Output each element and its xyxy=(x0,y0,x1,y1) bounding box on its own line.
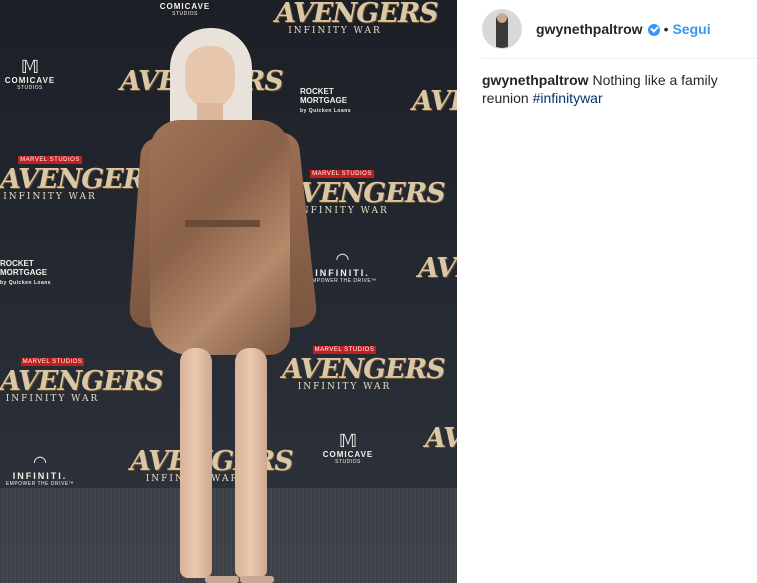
backdrop-logo: 𝕄 COMICAVE STUDIOS xyxy=(4,57,56,91)
backdrop-logo: INFINITY WAR xyxy=(0,0,92,3)
person-figure xyxy=(128,28,319,583)
avatar[interactable] xyxy=(482,9,522,49)
backdrop-logo: COMICAVE STUDIOS xyxy=(159,2,211,17)
post-header: gwynethpaltrow • Segui xyxy=(482,0,757,59)
post-photo[interactable]: INFINITY WAR COMICAVE STUDIOS AVENGERS I… xyxy=(0,0,457,583)
hashtag-link[interactable]: #infinitywar xyxy=(533,90,603,106)
verified-badge-icon xyxy=(647,24,660,36)
backdrop-logo: MARVEL STUDIOS AVENGERS INFINITY WAR xyxy=(0,156,164,202)
backdrop-logo: AVENGERS xyxy=(418,253,457,284)
backdrop-logo: AVENGERS xyxy=(425,423,457,454)
caption-username-link[interactable]: gwynethpaltrow xyxy=(482,72,589,88)
post-caption: gwynethpaltrow Nothing like a family reu… xyxy=(482,71,737,107)
backdrop-logo: MARVEL STUDIOS AVENGERS INFINITY WAR xyxy=(0,358,164,404)
backdrop-logo: ROCKET MORTGAGE by Quicken Loans xyxy=(300,87,352,114)
backdrop-logo: ◠ INFINITI. EMPOWER THE DRIVE™ xyxy=(5,454,75,488)
post-sidebar: gwynethpaltrow • Segui gwynethpaltrow No… xyxy=(457,0,757,583)
separator-dot: • xyxy=(663,21,669,37)
username-link[interactable]: gwynethpaltrow xyxy=(536,21,643,37)
backdrop-logo: ROCKET MORTGAGE by Quicken Loans xyxy=(0,259,52,286)
backdrop-logo: 𝕄 COMICAVE STUDIOS xyxy=(322,431,374,465)
follow-button[interactable]: Segui xyxy=(672,21,710,37)
backdrop-logo: AVENGERS xyxy=(412,86,457,117)
